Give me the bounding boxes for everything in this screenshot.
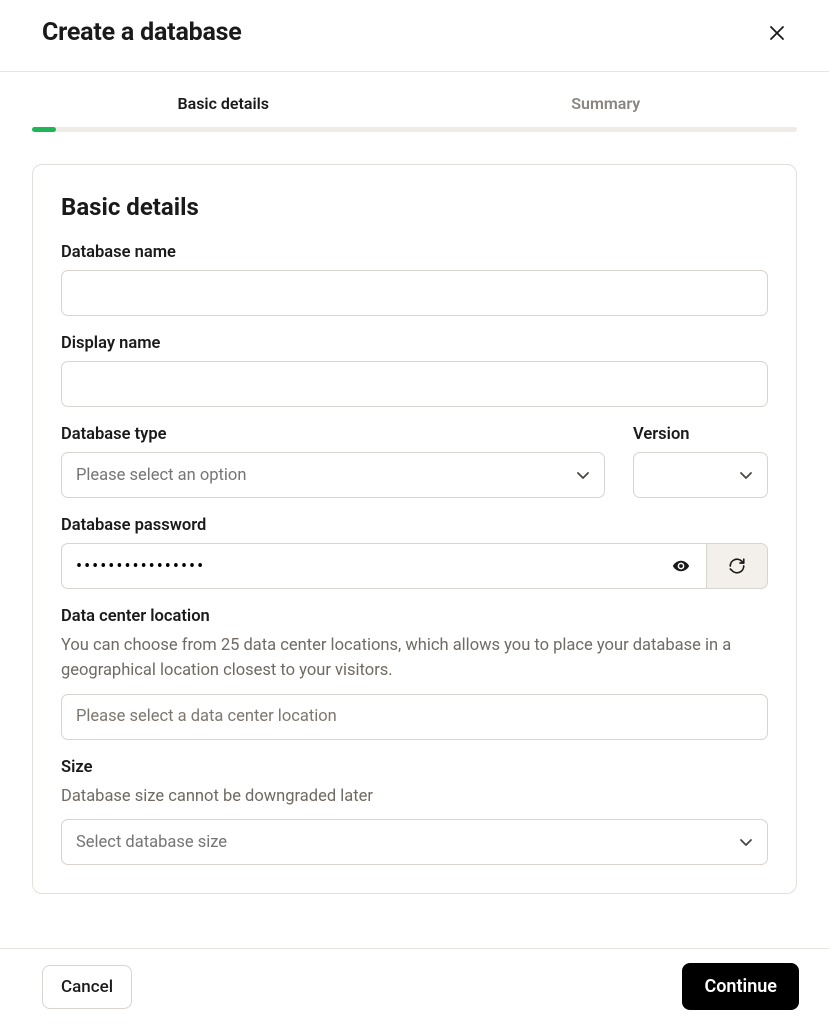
database-name-label: Database name [61, 243, 768, 262]
close-button[interactable] [763, 19, 791, 47]
create-database-modal: Create a database Basic details Summary … [0, 0, 829, 1024]
basic-details-card: Basic details Database name Display name… [32, 164, 797, 894]
data-center-select[interactable] [61, 694, 768, 740]
field-data-center: Data center location You can choose from… [61, 607, 768, 740]
field-database-type: Database type [61, 425, 605, 498]
size-select[interactable] [61, 819, 768, 865]
database-password-label: Database password [61, 516, 768, 535]
field-type-version-row: Database type Version [61, 425, 768, 498]
refresh-icon [728, 557, 746, 575]
close-icon [769, 25, 785, 41]
data-center-help: You can choose from 25 data center locat… [61, 634, 768, 684]
field-size: Size Database size cannot be downgraded … [61, 758, 768, 866]
field-version: Version [633, 425, 768, 498]
card-title: Basic details [61, 193, 768, 221]
display-name-label: Display name [61, 334, 768, 353]
continue-button[interactable]: Continue [682, 963, 799, 1010]
toggle-password-visibility-button[interactable] [668, 553, 694, 579]
eye-icon [672, 557, 690, 575]
progress-track [32, 127, 797, 132]
size-help: Database size cannot be downgraded later [61, 785, 768, 810]
tab-row: Basic details Summary [32, 94, 797, 127]
database-password-input[interactable] [61, 543, 706, 589]
display-name-input[interactable] [61, 361, 768, 407]
data-center-label: Data center location [61, 607, 768, 626]
database-type-label: Database type [61, 425, 605, 444]
size-label: Size [61, 758, 768, 777]
field-database-name: Database name [61, 243, 768, 316]
regenerate-password-button[interactable] [706, 543, 768, 589]
modal-title: Create a database [42, 18, 242, 47]
tab-basic-details[interactable]: Basic details [32, 94, 415, 127]
wizard-tabs: Basic details Summary [0, 72, 829, 132]
modal-footer: Cancel Continue [0, 948, 829, 1024]
field-display-name: Display name [61, 334, 768, 407]
database-type-select[interactable] [61, 452, 605, 498]
tab-summary[interactable]: Summary [415, 94, 798, 127]
database-name-input[interactable] [61, 270, 768, 316]
modal-header: Create a database [0, 0, 829, 71]
field-database-password: Database password [61, 516, 768, 589]
cancel-button[interactable]: Cancel [42, 965, 132, 1009]
progress-fill [32, 127, 56, 132]
version-label: Version [633, 425, 768, 444]
version-select[interactable] [633, 452, 768, 498]
